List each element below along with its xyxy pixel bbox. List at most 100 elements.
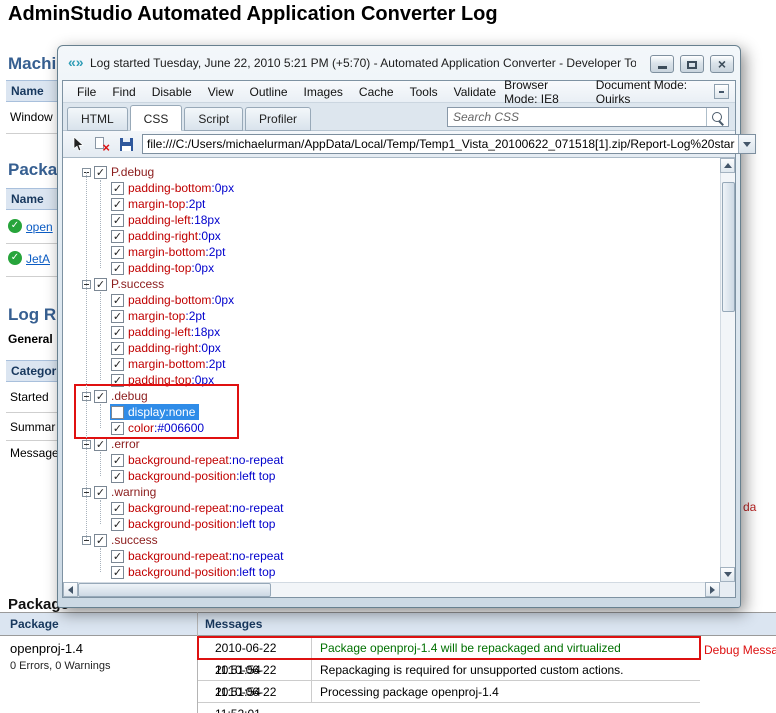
property-checkbox[interactable]: ✓ <box>111 214 124 227</box>
screen: AdminStudio Automated Application Conver… <box>0 0 776 713</box>
property-checkbox[interactable]: ✓ <box>111 310 124 323</box>
search-input[interactable] <box>448 110 706 124</box>
menu-item-validate[interactable]: Validate <box>446 83 504 101</box>
css-property[interactable]: ✓padding-bottom : 0px <box>110 180 238 196</box>
clear-cache-icon[interactable]: × <box>94 136 110 152</box>
css-property-row: ✓background-repeat : no-repeat <box>63 452 735 468</box>
css-property[interactable]: ✓padding-right : 0px <box>110 228 225 244</box>
css-property[interactable]: ✓background-repeat : no-repeat <box>110 500 287 516</box>
rule-checkbox[interactable]: ✓ <box>94 390 107 403</box>
dropdown-arrow-icon[interactable] <box>738 135 755 153</box>
browser-mode-menu[interactable]: Browser Mode: IE8 <box>504 78 580 106</box>
css-property[interactable]: ✓padding-left : 18px <box>110 212 224 228</box>
rule-checkbox[interactable]: ✓ <box>94 438 107 451</box>
vertical-scrollbar[interactable] <box>720 158 735 582</box>
tab-html[interactable]: HTML <box>67 107 128 131</box>
scroll-down-button[interactable] <box>720 567 735 582</box>
css-property-row: ✓margin-bottom : 2pt <box>63 356 735 372</box>
stylesheet-selector-combobox[interactable]: file:///C:/Users/michaelurman/AppData/Lo… <box>142 134 756 154</box>
property-value: 18px <box>194 325 220 339</box>
tab-script[interactable]: Script <box>184 107 243 131</box>
rule-checkbox[interactable]: ✓ <box>94 534 107 547</box>
rule-checkbox[interactable]: ✓ <box>94 166 107 179</box>
css-property[interactable]: ✓padding-bottom : 0px <box>110 292 238 308</box>
tab-profiler[interactable]: Profiler <box>245 107 311 131</box>
property-checkbox[interactable]: ✓ <box>111 374 124 387</box>
menu-item-cache[interactable]: Cache <box>351 83 402 101</box>
css-property[interactable]: ✓background-position : left top <box>110 468 279 484</box>
property-checkbox[interactable]: ✓ <box>111 566 124 579</box>
css-selector-name[interactable]: .warning <box>111 485 156 499</box>
menu-item-outline[interactable]: Outline <box>242 83 296 101</box>
property-name: background-repeat <box>128 549 229 563</box>
menu-item-view[interactable]: View <box>200 83 242 101</box>
rule-checkbox[interactable]: ✓ <box>94 486 107 499</box>
pin-window-button[interactable] <box>714 84 729 99</box>
restore-button[interactable] <box>680 55 704 73</box>
menu-item-disable[interactable]: Disable <box>144 83 200 101</box>
css-property[interactable]: ✓background-position : left top <box>110 516 279 532</box>
css-property[interactable]: ✓background-repeat : no-repeat <box>110 452 287 468</box>
log-message-row: 2010-06-22 11:52:01Processing package op… <box>198 681 700 703</box>
general-label: General <box>8 332 53 346</box>
css-selector-name[interactable]: .debug <box>111 389 148 403</box>
css-property[interactable]: ✓margin-top : 2pt <box>110 196 209 212</box>
css-property[interactable]: display : none <box>110 404 199 420</box>
css-property[interactable]: ✓margin-bottom : 2pt <box>110 356 229 372</box>
css-selector-name[interactable]: .error <box>111 437 140 451</box>
css-property[interactable]: ✓background-repeat : no-repeat <box>110 548 287 564</box>
menu-item-file[interactable]: File <box>69 83 104 101</box>
css-selector-name[interactable]: P.success <box>111 277 164 291</box>
css-property-row: ✓padding-bottom : 0px <box>63 292 735 308</box>
css-property[interactable]: ✓padding-left : 18px <box>110 324 224 340</box>
css-property-row: ✓padding-left : 18px <box>63 324 735 340</box>
menu-item-find[interactable]: Find <box>104 83 143 101</box>
css-property[interactable]: ✓margin-bottom : 2pt <box>110 244 229 260</box>
select-element-cursor-icon[interactable] <box>70 136 86 152</box>
property-checkbox[interactable]: ✓ <box>111 182 124 195</box>
scroll-right-button[interactable] <box>705 582 720 597</box>
save-icon[interactable] <box>118 136 134 152</box>
css-property[interactable]: ✓padding-top : 0px <box>110 260 218 276</box>
css-property[interactable]: ✓color : #006600 <box>110 420 208 436</box>
property-checkbox[interactable]: ✓ <box>111 422 124 435</box>
property-checkbox[interactable]: ✓ <box>111 262 124 275</box>
css-property[interactable]: ✓padding-top : 0px <box>110 372 218 388</box>
scroll-left-button[interactable] <box>63 582 78 597</box>
tab-css[interactable]: CSS <box>130 105 183 131</box>
menu-item-images[interactable]: Images <box>296 83 351 101</box>
vertical-scrollbar-thumb[interactable] <box>722 182 735 312</box>
property-checkbox[interactable]: ✓ <box>111 550 124 563</box>
css-selector-name[interactable]: .success <box>111 533 158 547</box>
menu-items: FileFindDisableViewOutlineImagesCacheToo… <box>69 83 504 101</box>
search-icon[interactable] <box>706 108 728 126</box>
css-property[interactable]: ✓margin-top : 2pt <box>110 308 209 324</box>
menu-item-tools[interactable]: Tools <box>402 83 446 101</box>
css-selector-name[interactable]: P.debug <box>111 165 154 179</box>
property-checkbox[interactable] <box>111 406 124 419</box>
scroll-up-button[interactable] <box>720 158 735 173</box>
property-checkbox[interactable]: ✓ <box>111 502 124 515</box>
property-checkbox[interactable]: ✓ <box>111 326 124 339</box>
property-name: padding-right <box>128 229 198 243</box>
horizontal-scrollbar-thumb[interactable] <box>78 583 271 597</box>
property-checkbox[interactable]: ✓ <box>111 246 124 259</box>
property-checkbox[interactable]: ✓ <box>111 230 124 243</box>
title-bar[interactable]: «» Log started Tuesday, June 22, 2010 5:… <box>58 46 740 80</box>
property-checkbox[interactable]: ✓ <box>111 470 124 483</box>
property-checkbox[interactable]: ✓ <box>111 518 124 531</box>
close-button[interactable]: × <box>710 55 734 73</box>
property-checkbox[interactable]: ✓ <box>111 358 124 371</box>
package-link-openproj[interactable]: open <box>26 220 53 234</box>
property-checkbox[interactable]: ✓ <box>111 454 124 467</box>
horizontal-scrollbar[interactable] <box>63 582 720 597</box>
css-property[interactable]: ✓padding-right : 0px <box>110 340 225 356</box>
property-checkbox[interactable]: ✓ <box>111 198 124 211</box>
property-checkbox[interactable]: ✓ <box>111 294 124 307</box>
css-property[interactable]: ✓background-position : left top <box>110 564 279 580</box>
minimize-button[interactable] <box>650 55 674 73</box>
package-link-jeta[interactable]: JetA <box>26 252 50 266</box>
document-mode-menu[interactable]: Document Mode: Quirks <box>596 78 692 106</box>
property-checkbox[interactable]: ✓ <box>111 342 124 355</box>
rule-checkbox[interactable]: ✓ <box>94 278 107 291</box>
